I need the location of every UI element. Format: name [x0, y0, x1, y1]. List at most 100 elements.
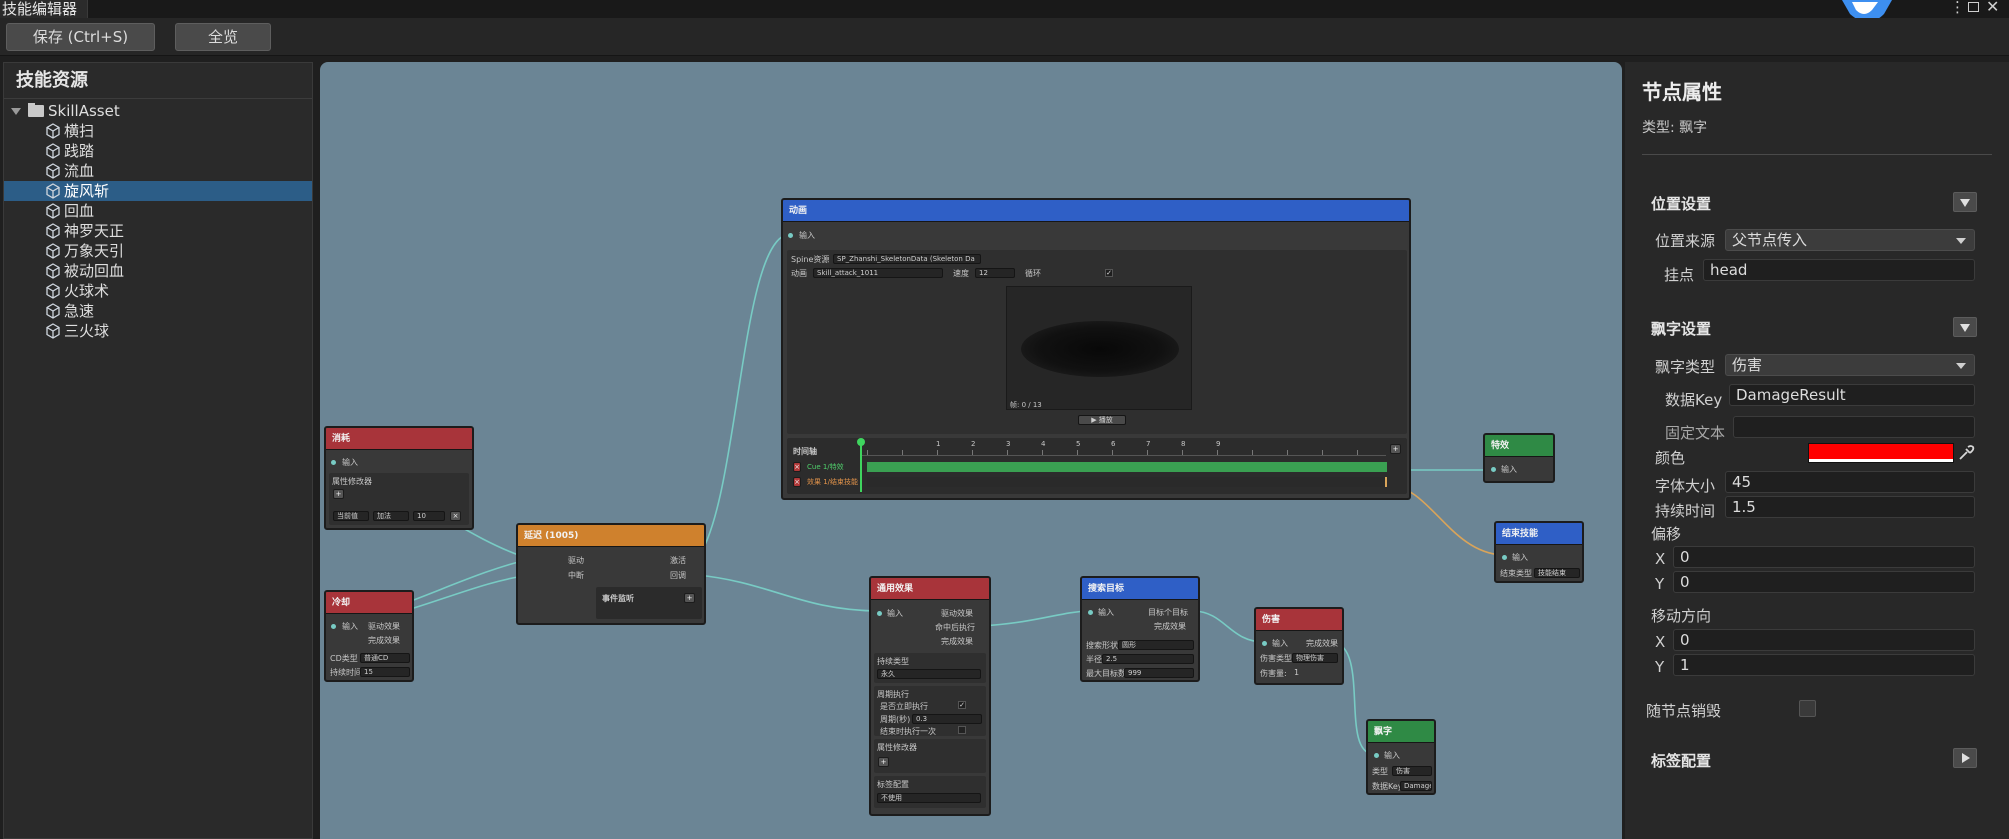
eyedropper-icon[interactable]	[1957, 444, 1975, 462]
consume-op-dropdown[interactable]: 加法	[373, 511, 409, 521]
radius-input[interactable]: 2.5	[1102, 654, 1194, 664]
tree-item[interactable]: 急速	[4, 301, 312, 321]
fixed-text-input[interactable]	[1733, 416, 1975, 438]
general-tag-dropdown[interactable]: 不使用	[877, 793, 981, 803]
spine-asset-field[interactable]: SP_Zhanshi_SkeletonData (Skeleton Da	[833, 254, 981, 264]
float-input-label: 输入	[1384, 751, 1400, 760]
fit-all-button[interactable]: 全览	[175, 23, 271, 51]
timeline-section: 时间轴 1 2 3 4 5 6 7 8 9 + × Cue 1/特效 × 效果 1/结束技能	[787, 438, 1407, 494]
tree-item[interactable]: 流血	[4, 161, 312, 181]
float-type-dropdown[interactable]: 伤害	[1725, 354, 1975, 376]
animation-input-label: 输入	[799, 231, 815, 240]
track2-bar[interactable]	[867, 477, 1387, 487]
tree-item[interactable]: 横扫	[4, 121, 312, 141]
float-input-port[interactable]	[1374, 753, 1379, 758]
search-target-node[interactable]: 搜索目标 输入 目标个目标 完成效果 搜索形状 圆形 半径 2.5 最大目标数 …	[1080, 576, 1200, 682]
window-title-tab[interactable]: 技能编辑器	[0, 0, 89, 18]
consume-value-type-dropdown[interactable]: 当前值	[333, 511, 369, 521]
cooldown-type-dropdown[interactable]: 普通CD	[360, 653, 410, 663]
color-swatch[interactable]	[1808, 443, 1954, 463]
position-source-dropdown[interactable]: 父节点传入	[1725, 229, 1975, 251]
tree-item[interactable]: 三火球	[4, 321, 312, 341]
tree-item[interactable]: 神罗天正	[4, 221, 312, 241]
consume-remove-button[interactable]: ×	[450, 511, 461, 521]
tree-item[interactable]: 旋风斩	[4, 181, 312, 201]
timeline-playhead[interactable]	[860, 440, 862, 492]
animation-node[interactable]: 动画 输入 Spine资源 SP_Zhanshi_SkeletonData (S…	[781, 198, 1411, 500]
interval-input[interactable]: 0.3	[912, 714, 982, 724]
track2-remove-button[interactable]: ×	[793, 477, 801, 487]
delay-node[interactable]: 延迟 (1005) 驱动 中断 激活 回调 事件监听 +	[516, 523, 706, 625]
duration-input[interactable]: 1.5	[1725, 496, 1975, 518]
end-skill-node[interactable]: 结束技能 输入 结束类型 技能结束	[1494, 521, 1584, 583]
delay-add-event-button[interactable]: +	[684, 593, 695, 603]
mount-point-input[interactable]: head	[1703, 259, 1975, 281]
shape-dropdown[interactable]: 圆形	[1118, 640, 1194, 650]
damage-node[interactable]: 伤害 输入 完成效果 伤害类型 物理伤害 伤害量: 1	[1254, 607, 1344, 685]
fx-input-port[interactable]	[1491, 467, 1496, 472]
tree-item[interactable]: 回血	[4, 201, 312, 221]
anim-dropdown[interactable]: Skill_attack_1011	[813, 268, 943, 278]
end-type-dropdown[interactable]: 技能结束	[1534, 568, 1580, 578]
tree-root-skillasset[interactable]: SkillAsset	[4, 101, 312, 121]
tag-section-header[interactable]: 标签配置	[1651, 750, 1711, 771]
consume-node[interactable]: 消耗 输入 属性修改器 + 当前值 加法 10 ×	[324, 426, 474, 530]
maximize-icon[interactable]	[1968, 2, 1979, 12]
float-text-node[interactable]: 飘字 输入 类型 伤害 数据Key Damage	[1366, 719, 1436, 795]
float-type-dropdown[interactable]: 伤害	[1392, 766, 1432, 776]
cooldown-duration-input[interactable]: 15	[360, 667, 410, 677]
immediate-checkbox[interactable]: ✓	[958, 701, 966, 709]
playhead-handle[interactable]	[857, 438, 865, 446]
damage-type-dropdown[interactable]: 物理伤害	[1292, 653, 1338, 663]
float-section-header[interactable]: 飘字设置	[1651, 318, 1711, 339]
speed-input[interactable]: 12	[975, 268, 1015, 278]
timeline-add-button[interactable]: +	[1390, 444, 1401, 454]
offset-y-input[interactable]: 0	[1673, 571, 1975, 593]
max-targets-input[interactable]: 999	[1124, 668, 1194, 678]
tag-fold-arrow-icon[interactable]	[1953, 748, 1977, 768]
fx-node[interactable]: 特效 输入	[1483, 433, 1555, 483]
font-size-input[interactable]: 45	[1725, 471, 1975, 493]
move-x-input[interactable]: 0	[1673, 629, 1975, 651]
expand-caret-icon[interactable]	[11, 108, 21, 115]
tree-item[interactable]: 万象天引	[4, 241, 312, 261]
target-input-port[interactable]	[1088, 610, 1093, 615]
loop-checkbox[interactable]: ✓	[1105, 269, 1113, 277]
menu-dots-icon[interactable]: ⋮	[1950, 0, 1965, 16]
tree-item[interactable]: 践踏	[4, 141, 312, 161]
data-key-input[interactable]: DamageResult	[1729, 384, 1975, 406]
duration-type-dropdown[interactable]: 永久	[877, 669, 981, 679]
general-input-port[interactable]	[877, 611, 882, 616]
tree-item-label: 被动回血	[64, 262, 125, 280]
track1-remove-button[interactable]: ×	[793, 462, 801, 472]
node-graph-canvas[interactable]: 消耗 输入 属性修改器 + 当前值 加法 10 × 冷却 输入 驱动效果 完成效…	[320, 62, 1622, 839]
cooldown-input-port[interactable]	[331, 624, 336, 629]
float-fold-arrow-icon[interactable]	[1953, 317, 1977, 337]
save-button[interactable]: 保存 (Ctrl+S)	[6, 23, 155, 51]
cooldown-node[interactable]: 冷却 输入 驱动效果 完成效果 CD类型 普通CD 持续时间 15	[324, 590, 414, 682]
timeline-tick	[902, 450, 903, 455]
general-attr-label: 属性修改器	[877, 743, 917, 752]
position-section-header[interactable]: 位置设置	[1651, 193, 1711, 214]
play-button[interactable]: ▶ 播放	[1078, 415, 1126, 425]
tree-item[interactable]: 被动回血	[4, 261, 312, 281]
position-fold-arrow-icon[interactable]	[1953, 192, 1977, 212]
animation-input-port[interactable]	[788, 233, 793, 238]
general-add-attr-button[interactable]: +	[878, 757, 889, 767]
consume-input-port[interactable]	[331, 460, 336, 465]
move-y-input[interactable]: 1	[1673, 654, 1975, 676]
offset-x-input[interactable]: 0	[1673, 546, 1975, 568]
consume-value-input[interactable]: 10	[413, 511, 445, 521]
general-effect-node[interactable]: 通用效果 输入 驱动效果 命中后执行 完成效果 持续类型 永久 周期执行 是否立…	[869, 576, 991, 816]
exit-once-checkbox[interactable]	[958, 726, 966, 734]
tree-item[interactable]: 火球术	[4, 281, 312, 301]
timeline-tick	[1357, 450, 1358, 455]
damage-input-port[interactable]	[1262, 641, 1267, 646]
close-icon[interactable]: ✕	[1986, 0, 1999, 16]
track1-bar[interactable]	[867, 462, 1387, 472]
follow-destroy-checkbox[interactable]	[1799, 700, 1816, 717]
end-skill-input-port[interactable]	[1502, 555, 1507, 560]
float-key-input[interactable]: Damage	[1400, 781, 1432, 791]
consume-add-button[interactable]: +	[333, 489, 344, 499]
damage-node-title: 伤害	[1256, 609, 1342, 631]
